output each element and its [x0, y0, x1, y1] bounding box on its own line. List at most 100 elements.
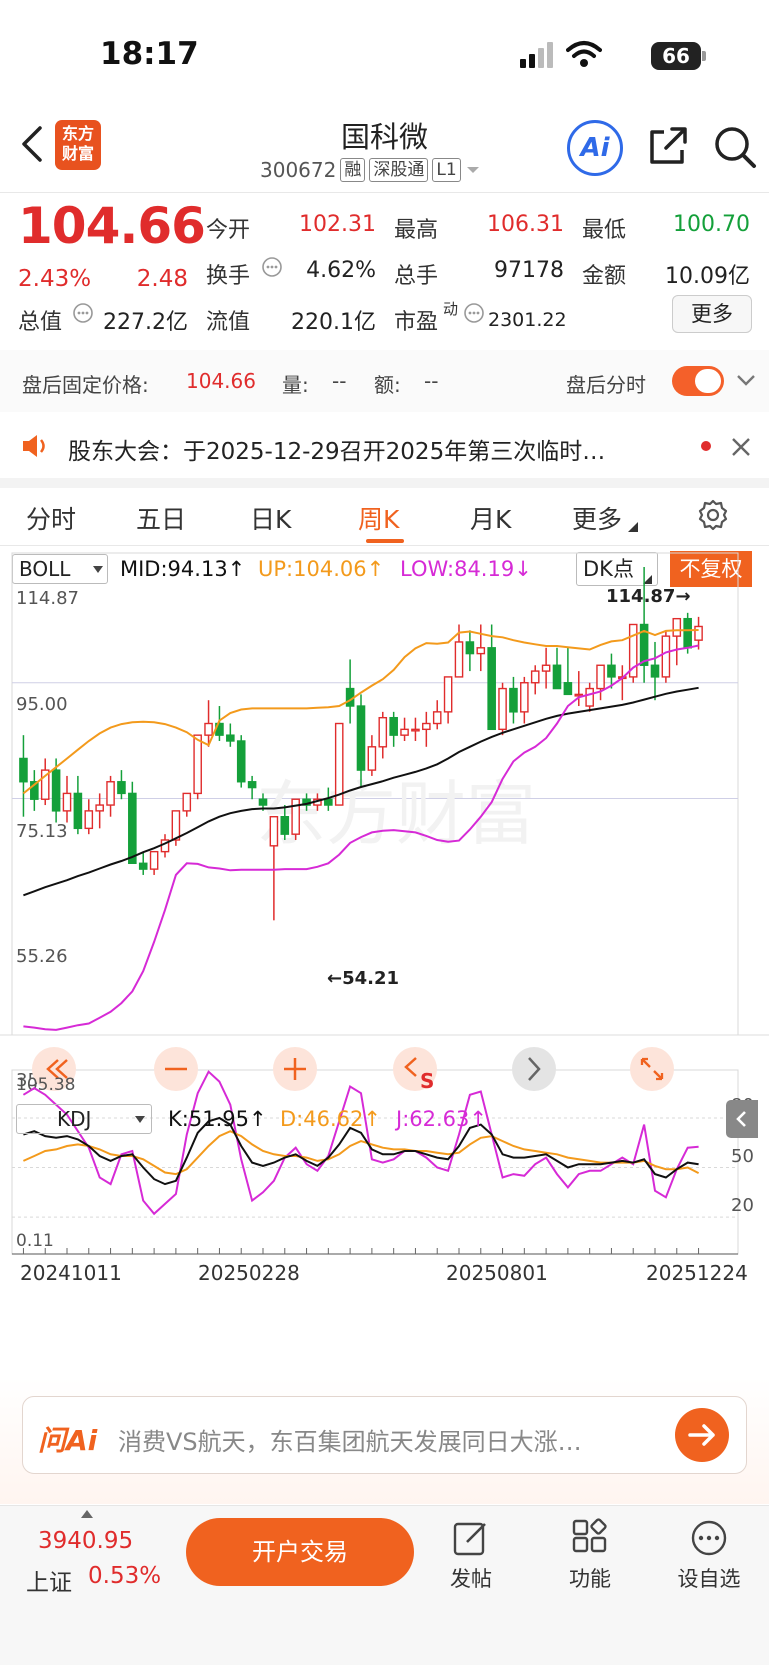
volume-value: 97178	[494, 258, 564, 283]
ask-ai-brand: 问Ai	[38, 1424, 98, 1457]
candle-body	[552, 664, 562, 690]
current-price: 104.66	[18, 197, 206, 255]
notice-text[interactable]: 股东大会：于2025-12-29召开2025年第三次临时…	[68, 432, 668, 466]
candle-body	[498, 687, 507, 731]
high-marker: 114.87→	[606, 586, 691, 607]
nav-post[interactable]: 发帖	[426, 1518, 516, 1593]
tab-five-day[interactable]: 五日	[136, 500, 186, 536]
candle-body	[530, 670, 540, 684]
gear-icon[interactable]	[696, 498, 730, 532]
step-back-button[interactable]: S	[393, 1047, 437, 1093]
amount-label: 金额	[582, 264, 627, 289]
arrow-right-icon	[688, 1424, 715, 1446]
battery-indicator: 66	[651, 42, 701, 70]
candle-body	[585, 687, 594, 707]
candle-body	[694, 625, 703, 641]
tab-weekly-k[interactable]: 周K	[358, 500, 399, 536]
candle-body	[19, 757, 28, 783]
x-date-label: 20251224	[646, 1261, 748, 1285]
candle-body	[378, 716, 388, 748]
tabs-divider	[0, 545, 769, 546]
candle-body	[193, 734, 202, 795]
tab-intraday[interactable]: 分时	[26, 500, 76, 536]
toggle-knob	[695, 369, 721, 393]
low-marker: ←54.21	[327, 968, 399, 989]
info-icon[interactable]	[72, 302, 94, 324]
change-percent: 2.43%	[18, 266, 92, 292]
candle-body	[454, 641, 464, 678]
open-account-button[interactable]: 开户交易	[186, 1518, 414, 1586]
candle-body	[269, 816, 279, 847]
search-icon[interactable]	[712, 124, 758, 170]
turnover-value: 4.62%	[306, 258, 376, 283]
candle-body	[443, 676, 453, 713]
chevron-left-icon	[736, 1111, 746, 1127]
x-date-label: 20250228	[198, 1261, 300, 1285]
candle-body	[661, 635, 671, 678]
candle-body	[324, 798, 333, 806]
candle-body	[509, 687, 518, 713]
tag-connect: 深股通	[369, 158, 429, 182]
caret-icon	[628, 522, 638, 532]
candle-body	[672, 617, 682, 637]
info-icon[interactable]	[463, 302, 485, 324]
ask-ai-prompt[interactable]: 消费VS航天，东百集团航天发展同日大涨…	[118, 1422, 658, 1457]
x-date-label: 20241011	[20, 1261, 122, 1285]
candle-body	[84, 810, 94, 830]
kdj-lines	[22, 1070, 700, 1216]
pe-label: 市盈	[394, 310, 439, 335]
pe-superscript: 动	[443, 300, 459, 318]
after-hours-vol: --	[332, 369, 347, 393]
candle-body	[138, 862, 148, 870]
tab-more[interactable]: 更多	[572, 500, 622, 536]
index-percent: 0.53%	[88, 1563, 162, 1589]
step-forward-button[interactable]	[512, 1047, 556, 1091]
low-label: 最低	[582, 218, 627, 243]
after-hours-switch-label: 盘后分时	[566, 373, 646, 397]
caret-up-icon	[81, 1510, 93, 1518]
kdj-selector[interactable]: KDJ	[16, 1104, 152, 1134]
change-amount: 2.48	[136, 266, 188, 292]
candle-body	[422, 722, 431, 731]
kdj-level-label: 20	[731, 1195, 754, 1216]
close-icon[interactable]	[730, 436, 752, 458]
header-divider	[0, 192, 769, 193]
index-value[interactable]: 3940.95	[38, 1528, 133, 1554]
candle-body	[367, 746, 377, 771]
boll-y-label: 75.13	[16, 821, 68, 842]
candle-body	[683, 617, 692, 649]
total-value: 227.2亿	[103, 310, 188, 335]
candle-body	[171, 810, 181, 841]
turnover-label: 换手	[206, 264, 251, 289]
stock-code-line[interactable]: 300672 融 深股通 L1	[260, 158, 481, 182]
kdj-d: D:46.62↑	[280, 1107, 381, 1131]
tab-monthly-k[interactable]: 月K	[470, 500, 511, 536]
candle-body	[607, 664, 616, 678]
boll-y-label: 114.87	[16, 588, 79, 609]
more-dots-icon	[691, 1520, 727, 1556]
kdj-k: K:51.95↑	[168, 1107, 267, 1131]
more-button[interactable]: 更多	[672, 295, 752, 333]
nav-functions[interactable]: 功能	[545, 1518, 635, 1593]
ai-assistant-button[interactable]: Ai	[567, 120, 623, 176]
candle-body	[149, 850, 159, 870]
amount-value: 10.09亿	[665, 264, 750, 289]
chevron-down-icon[interactable]	[736, 374, 756, 388]
zoom-in-button[interactable]	[273, 1047, 317, 1091]
candle-body	[182, 792, 192, 812]
zoom-out-button[interactable]	[154, 1047, 198, 1091]
grid-icon	[572, 1518, 607, 1553]
fullscreen-button[interactable]	[630, 1047, 674, 1091]
ask-ai-send-button[interactable]	[675, 1408, 729, 1462]
nav-watchlist[interactable]: 设自选	[664, 1518, 754, 1593]
kline-chart[interactable]: 东方财富 114.87 95.00 75.13 55.26 35.38 114.…	[0, 548, 769, 1343]
cellular-signal-icon	[520, 42, 553, 68]
tab-daily-k[interactable]: 日K	[250, 500, 291, 536]
edit-icon	[453, 1522, 486, 1556]
candle-body	[236, 740, 246, 783]
candle-body	[465, 641, 475, 655]
side-panel-toggle[interactable]	[726, 1100, 758, 1138]
nav-watchlist-label: 设自选	[677, 1567, 741, 1591]
candle-body	[476, 647, 486, 655]
share-icon[interactable]	[646, 124, 690, 168]
